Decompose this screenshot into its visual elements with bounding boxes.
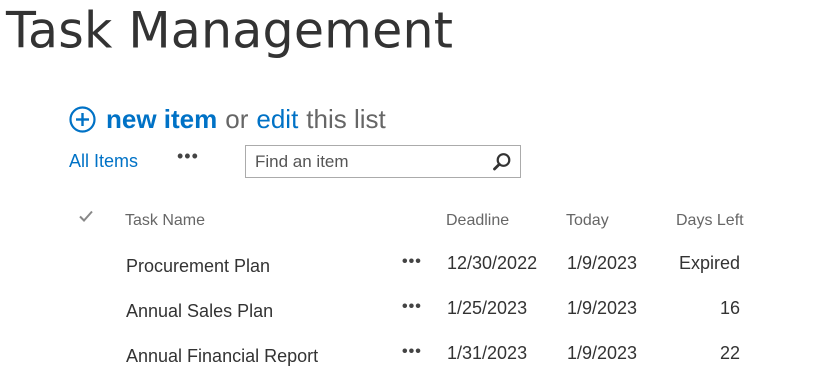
deadline-cell: 12/30/2022 bbox=[447, 253, 538, 273]
table-row: Procurement Plan ••• 12/30/2022 1/9/2023… bbox=[0, 245, 830, 289]
search-input[interactable] bbox=[255, 146, 485, 177]
page-title: Task Management bbox=[6, 1, 454, 60]
today-cell: 1/9/2023 bbox=[567, 343, 638, 363]
search-box bbox=[245, 145, 521, 178]
more-views-button[interactable]: ••• bbox=[177, 146, 199, 167]
search-icon[interactable] bbox=[492, 152, 512, 172]
view-bar: All Items ••• bbox=[69, 145, 529, 180]
days-left-cell: 22 bbox=[719, 343, 740, 363]
task-name-link[interactable]: Annual Sales Plan bbox=[126, 301, 273, 322]
header-days-left[interactable]: Days Left bbox=[676, 212, 744, 230]
header-deadline[interactable]: Deadline bbox=[446, 212, 509, 230]
header-today[interactable]: Today bbox=[566, 212, 609, 230]
task-name-link[interactable]: Annual Financial Report bbox=[126, 346, 318, 367]
item-menu-button[interactable]: ••• bbox=[402, 253, 422, 271]
task-name-link[interactable]: Procurement Plan bbox=[126, 256, 270, 277]
or-text: or bbox=[225, 103, 249, 134]
new-item-link[interactable]: new item bbox=[106, 104, 217, 135]
edit-list-link[interactable]: edit bbox=[256, 104, 298, 135]
new-item-bar: new item or edit this list bbox=[69, 101, 386, 137]
view-all-items[interactable]: All Items bbox=[69, 151, 138, 172]
today-cell: 1/9/2023 bbox=[567, 298, 638, 318]
table-row: Annual Financial Report ••• 1/31/2023 1/… bbox=[0, 335, 830, 379]
table-row: Annual Sales Plan ••• 1/25/2023 1/9/2023… bbox=[0, 290, 830, 334]
deadline-cell: 1/31/2023 bbox=[447, 343, 528, 363]
today-cell: 1/9/2023 bbox=[567, 253, 638, 273]
checkmark-icon[interactable] bbox=[78, 208, 94, 224]
plus-circle-icon[interactable] bbox=[69, 105, 96, 133]
item-menu-button[interactable]: ••• bbox=[402, 343, 422, 361]
days-left-cell: 16 bbox=[719, 298, 740, 318]
header-task-name[interactable]: Task Name bbox=[125, 212, 205, 230]
days-left-cell: Expired bbox=[678, 253, 740, 273]
deadline-cell: 1/25/2023 bbox=[447, 298, 528, 318]
item-menu-button[interactable]: ••• bbox=[402, 298, 422, 316]
this-list-text: this list bbox=[306, 103, 386, 134]
